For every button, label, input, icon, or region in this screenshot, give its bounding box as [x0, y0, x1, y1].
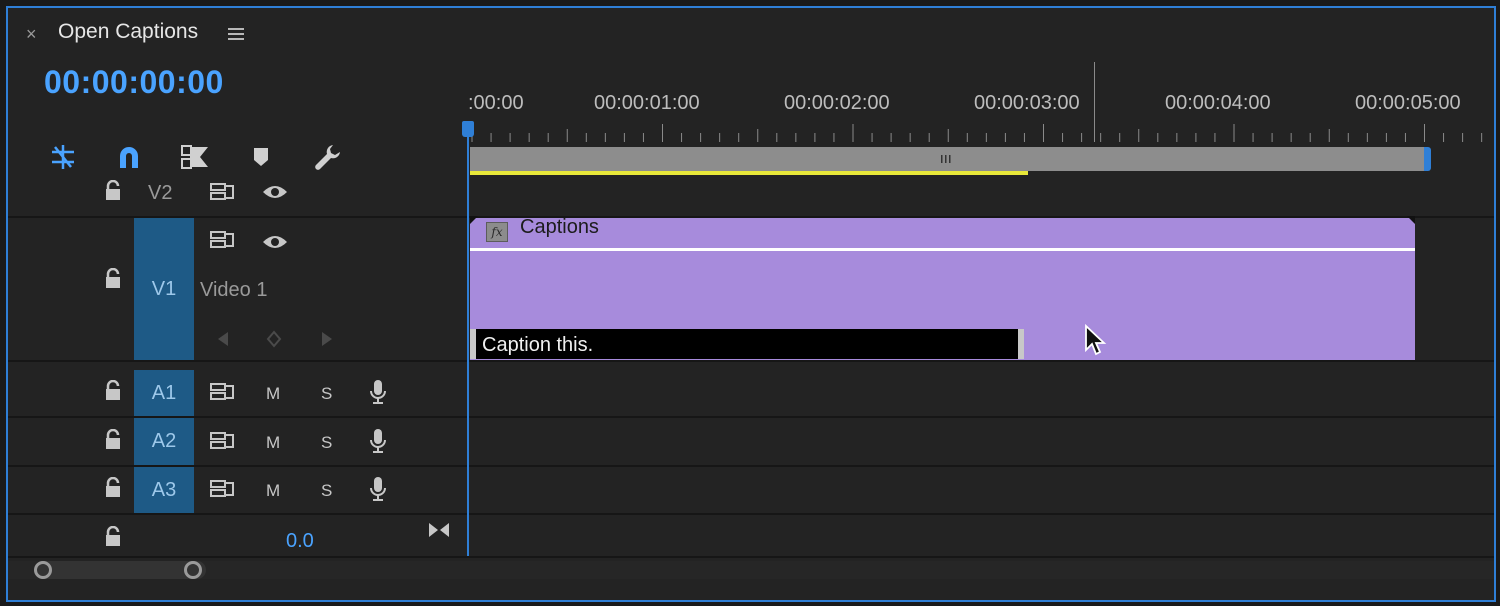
zoom-left-handle[interactable]: [34, 561, 52, 579]
ruler-label: 00:00:04:00: [1165, 92, 1271, 114]
caption-text[interactable]: Caption this.: [482, 334, 593, 357]
insert-nest-icon[interactable]: [46, 140, 80, 174]
close-tab-button[interactable]: ×: [26, 24, 37, 45]
solo-track-button[interactable]: S: [321, 384, 332, 404]
work-area-grip-icon[interactable]: [940, 154, 952, 164]
lock-track-icon[interactable]: [104, 180, 122, 202]
track-target-a3[interactable]: A3: [134, 467, 194, 513]
sync-lock-icon[interactable]: [209, 382, 235, 402]
time-ruler[interactable]: [470, 120, 1494, 142]
sync-lock-icon[interactable]: [209, 230, 235, 250]
sync-lock-icon[interactable]: [209, 431, 235, 451]
toggle-output-eye-icon[interactable]: [261, 182, 289, 202]
sync-lock-icon[interactable]: [209, 479, 235, 499]
zoom-scroll-thumb[interactable]: [36, 561, 206, 579]
mouse-cursor-icon: [1085, 324, 1107, 356]
caption-in-handle[interactable]: [470, 329, 476, 359]
playhead-handle[interactable]: [462, 121, 474, 137]
lock-track-icon[interactable]: [104, 477, 122, 499]
voiceover-mic-icon[interactable]: [368, 475, 388, 503]
track-divider: [8, 513, 1494, 515]
track-divider: [8, 416, 1494, 418]
track-label-v1: V1: [151, 277, 177, 300]
clip-header-divider: [470, 248, 1415, 251]
track-name-video-1: Video 1: [200, 279, 268, 301]
master-volume-value[interactable]: 0.0: [286, 530, 314, 553]
track-divider: [8, 360, 1494, 362]
render-status-bar: [470, 171, 1028, 175]
solo-track-button[interactable]: S: [321, 433, 332, 453]
lock-track-icon[interactable]: [104, 268, 122, 290]
captions-clip-title: Captions: [520, 216, 599, 238]
work-area-bar[interactable]: [470, 147, 1425, 171]
track-divider: [8, 556, 1494, 558]
clip-end-corner-icon: [1407, 216, 1415, 224]
mute-track-button[interactable]: M: [266, 433, 280, 453]
sequence-tab-title[interactable]: Open Captions: [58, 20, 198, 44]
mute-track-button[interactable]: M: [266, 384, 280, 404]
zoom-scroll-track[interactable]: [8, 561, 1494, 579]
caption-out-handle[interactable]: [1018, 329, 1024, 359]
track-label-a1: A1: [151, 381, 177, 404]
track-label-v2[interactable]: V2: [148, 182, 172, 205]
track-divider: [8, 465, 1494, 467]
settings-wrench-icon[interactable]: [310, 140, 344, 174]
sync-lock-icon[interactable]: [209, 182, 235, 202]
track-target-a1[interactable]: A1: [134, 370, 194, 416]
ruler-label: 00:00:03:00: [974, 92, 1080, 114]
ruler-label: 00:00:02:00: [784, 92, 890, 114]
track-label-a3: A3: [151, 478, 177, 501]
track-target-a2[interactable]: A2: [134, 418, 194, 465]
work-area-out-handle[interactable]: [1424, 147, 1431, 171]
ruler-label: 00:00:05:00: [1355, 92, 1461, 114]
voiceover-mic-icon[interactable]: [368, 427, 388, 455]
panel-menu-icon[interactable]: [228, 22, 246, 48]
ruler-label: :00:00: [468, 92, 524, 114]
add-keyframe-icon[interactable]: [266, 330, 282, 348]
go-to-master-icon[interactable]: [427, 521, 451, 539]
clip-start-corner-icon: [470, 216, 478, 224]
voiceover-mic-icon[interactable]: [368, 378, 388, 406]
track-target-v1[interactable]: V1: [134, 218, 194, 360]
track-label-a2: A2: [151, 430, 177, 452]
playhead-line[interactable]: [467, 124, 469, 556]
solo-track-button[interactable]: S: [321, 481, 332, 501]
lock-track-icon[interactable]: [104, 526, 122, 548]
lock-track-icon[interactable]: [104, 380, 122, 402]
snap-magnet-icon[interactable]: [112, 140, 146, 174]
linked-selection-icon[interactable]: [178, 140, 212, 174]
mute-track-button[interactable]: M: [266, 481, 280, 501]
playhead-timecode[interactable]: 00:00:00:00: [44, 64, 224, 101]
add-marker-icon[interactable]: [244, 140, 278, 174]
ruler-label: 00:00:01:00: [594, 92, 700, 114]
hover-time-indicator: [1094, 62, 1095, 142]
lock-track-icon[interactable]: [104, 429, 122, 451]
toggle-output-eye-icon[interactable]: [261, 232, 289, 252]
next-keyframe-icon[interactable]: [320, 330, 334, 348]
previous-keyframe-icon[interactable]: [216, 330, 230, 348]
zoom-right-handle[interactable]: [184, 561, 202, 579]
timeline-panel: × Open Captions 00:00:00:00:00:00 00:00…: [6, 6, 1496, 602]
fx-badge-icon: fx: [486, 222, 508, 242]
